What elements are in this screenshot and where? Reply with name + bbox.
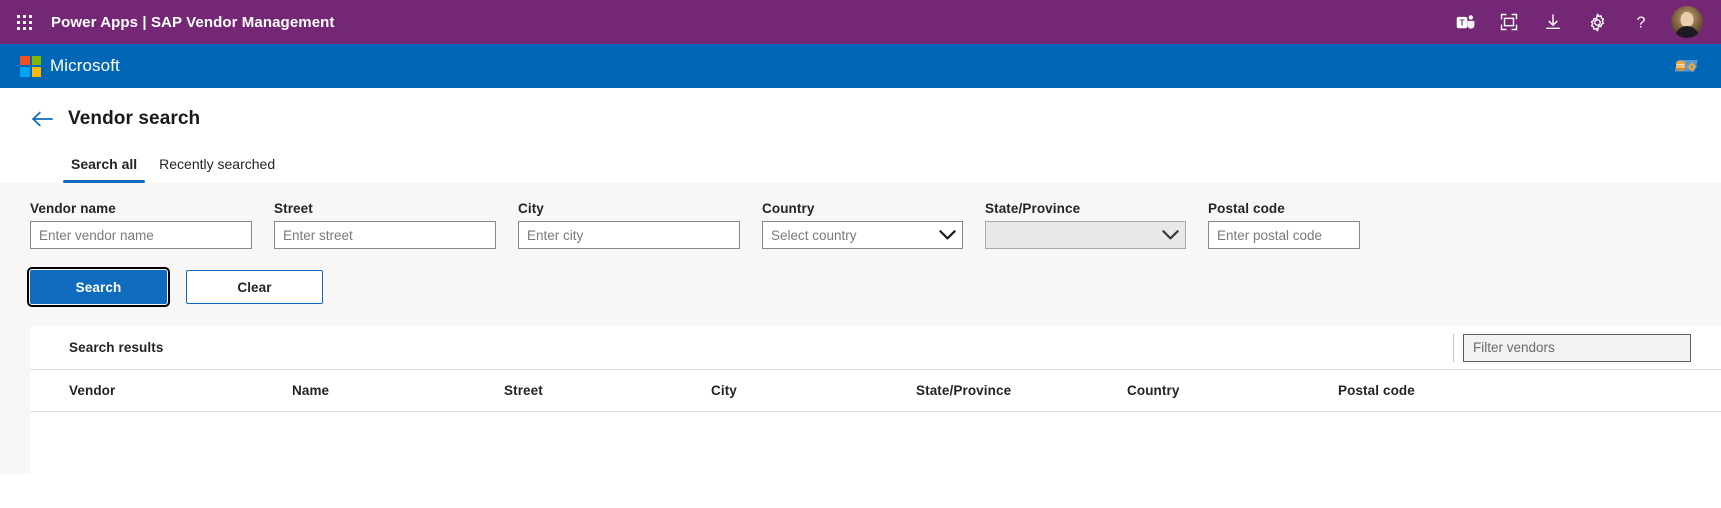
- field-postal-code: Postal code: [1208, 201, 1360, 249]
- microsoft-logo[interactable]: Microsoft: [20, 55, 120, 77]
- search-results-table: Vendor Name Street City State/Province C…: [30, 370, 1721, 474]
- clear-button[interactable]: Clear: [186, 270, 323, 304]
- column-header-country[interactable]: Country: [1127, 383, 1338, 398]
- microsoft-logo-text: Microsoft: [50, 56, 120, 75]
- country-select-wrap: Select country: [762, 221, 963, 249]
- svg-text:?: ?: [1637, 14, 1646, 31]
- user-avatar[interactable]: [1671, 6, 1703, 38]
- tab-search-all[interactable]: Search all: [60, 150, 148, 183]
- vendor-name-input[interactable]: [30, 221, 252, 249]
- toolbar-divider: [1453, 333, 1454, 362]
- column-header-street[interactable]: Street: [504, 383, 711, 398]
- label-country: Country: [762, 201, 815, 216]
- field-street: Street: [274, 201, 496, 249]
- country-select[interactable]: Select country: [762, 221, 963, 249]
- page-title-row: Vendor search: [30, 108, 1721, 130]
- left-gutter: [0, 326, 30, 474]
- teams-icon[interactable]: T: [1443, 0, 1487, 44]
- data-source-settings-icon[interactable]: [1669, 53, 1703, 79]
- field-state-province: State/Province: [985, 201, 1186, 249]
- table-body-empty: [30, 412, 1721, 474]
- field-country: Country Select country: [762, 201, 963, 249]
- filter-vendors-input[interactable]: [1463, 333, 1691, 362]
- page-title: Vendor search: [68, 108, 201, 129]
- state-province-select-wrap: [985, 221, 1186, 249]
- column-header-vendor[interactable]: Vendor: [69, 383, 292, 398]
- microsoft-squares-icon: [20, 55, 41, 77]
- column-header-postal-code[interactable]: Postal code: [1338, 383, 1691, 398]
- search-button[interactable]: Search: [27, 267, 170, 307]
- column-header-state-province[interactable]: State/Province: [916, 383, 1127, 398]
- page-header: Vendor search Search all Recently search…: [0, 88, 1721, 183]
- app-launcher-waffle-icon[interactable]: [0, 0, 48, 44]
- label-postal-code: Postal code: [1208, 201, 1285, 216]
- column-header-name[interactable]: Name: [292, 383, 504, 398]
- svg-text:T: T: [1459, 18, 1464, 27]
- label-street: Street: [274, 201, 313, 216]
- table-header-row: Vendor Name Street City State/Province C…: [30, 370, 1721, 412]
- back-arrow-icon[interactable]: [30, 109, 54, 129]
- search-results-title: Search results: [69, 340, 164, 355]
- download-icon[interactable]: [1531, 0, 1575, 44]
- page-tabs: Search all Recently searched: [30, 150, 1721, 183]
- field-vendor-name: Vendor name: [30, 201, 252, 249]
- search-results-header: Search results: [30, 326, 1721, 370]
- form-button-row: Search Clear: [27, 267, 1691, 307]
- suite-bar-actions: T ?: [1443, 0, 1707, 44]
- state-province-select[interactable]: [985, 221, 1186, 249]
- microsoft-brand-bar: Microsoft: [0, 44, 1721, 88]
- label-state-province: State/Province: [985, 201, 1081, 216]
- postal-code-input[interactable]: [1208, 221, 1360, 249]
- city-input[interactable]: [518, 221, 740, 249]
- search-results-panel: Search results Vendor Name Street City S…: [30, 326, 1721, 474]
- help-question-icon[interactable]: ?: [1619, 0, 1663, 44]
- filter-group: [1453, 333, 1691, 362]
- vendor-search-form: Vendor name Street City Country Select c…: [0, 183, 1721, 326]
- column-header-city[interactable]: City: [711, 383, 916, 398]
- suite-bar: Power Apps | SAP Vendor Management T ?: [0, 0, 1721, 44]
- label-city: City: [518, 201, 544, 216]
- fit-to-screen-icon[interactable]: [1487, 0, 1531, 44]
- page-body: Search results Vendor Name Street City S…: [0, 326, 1721, 474]
- label-vendor-name: Vendor name: [30, 201, 116, 216]
- gear-icon[interactable]: [1575, 0, 1619, 44]
- search-field-row: Vendor name Street City Country Select c…: [30, 201, 1691, 249]
- field-city: City: [518, 201, 740, 249]
- tab-recently-searched[interactable]: Recently searched: [148, 150, 286, 183]
- waffle-grid: [16, 14, 32, 30]
- street-input[interactable]: [274, 221, 496, 249]
- suite-title[interactable]: Power Apps | SAP Vendor Management: [51, 14, 335, 31]
